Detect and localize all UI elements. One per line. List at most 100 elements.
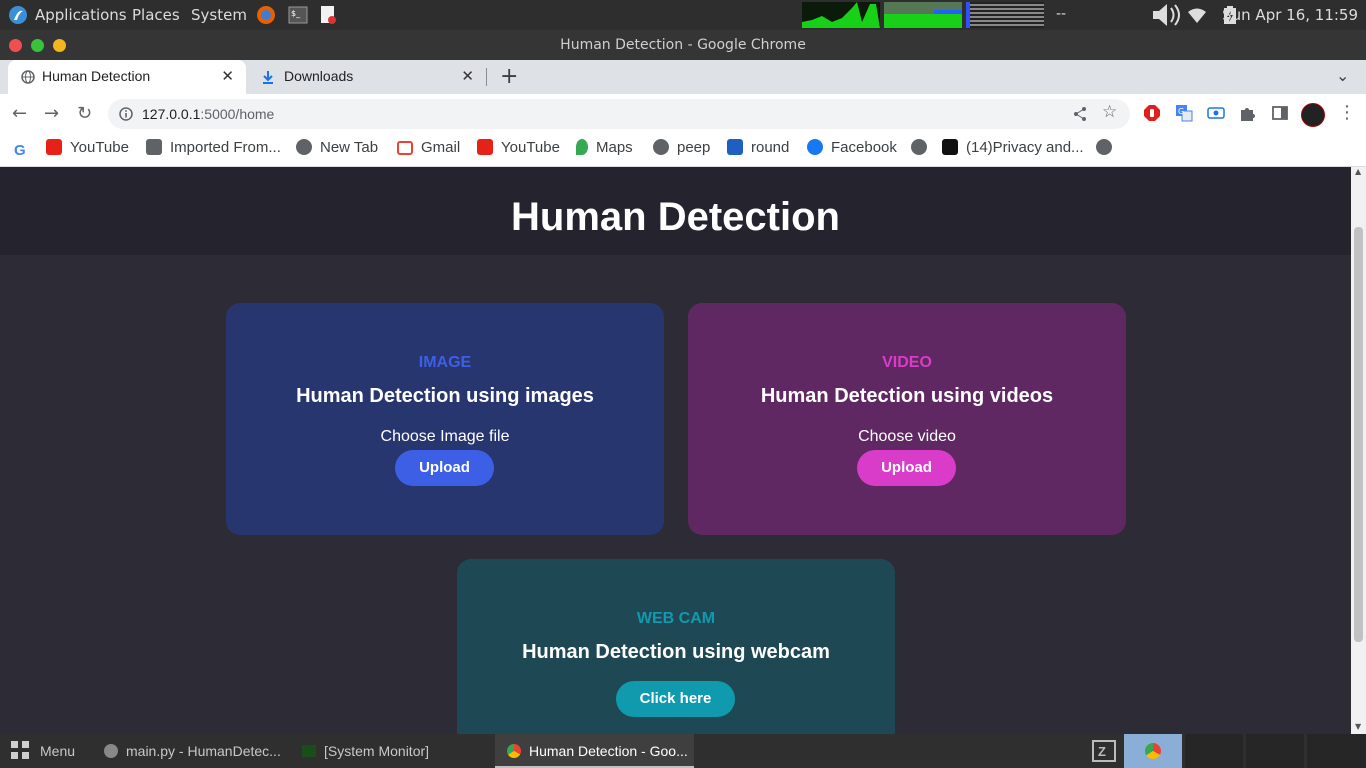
bookmark-google[interactable]: G (14, 139, 38, 159)
card-title: Human Detection using videos (760, 385, 1054, 407)
workspace-3[interactable] (1246, 734, 1304, 768)
wifi-icon[interactable] (1187, 5, 1207, 25)
globe-icon (21, 70, 35, 84)
forward-button[interactable]: → (44, 103, 59, 124)
card-title: Human Detection using webcam (522, 641, 830, 663)
extensions-puzzle-icon[interactable] (1239, 104, 1257, 122)
menu-label: Menu (40, 743, 76, 759)
grid-menu-icon (11, 741, 29, 759)
workspace-4[interactable] (1307, 734, 1366, 768)
round-icon (727, 139, 743, 155)
scroll-up-arrow-icon[interactable]: ▲ (1355, 167, 1361, 176)
bookmark-imported-folder[interactable]: Imported From... (146, 139, 281, 156)
tab-divider (486, 68, 487, 86)
svg-text:Z: Z (1098, 744, 1106, 759)
bookmark-label: (14)Privacy and... (966, 139, 1084, 156)
bookmark-label: YouTube (70, 139, 129, 156)
reload-button[interactable]: ↻ (77, 103, 92, 124)
maps-icon (576, 139, 588, 155)
upload-video-button[interactable]: Upload (857, 450, 956, 486)
site-info-icon[interactable] (119, 107, 133, 121)
clock[interactable]: Sun Apr 16, 11:59 (1222, 6, 1358, 24)
menu-places[interactable]: Places (132, 6, 180, 24)
close-tab-icon[interactable]: ✕ (221, 67, 234, 85)
youtube-icon (477, 139, 493, 155)
video-card: VIDEO Human Detection using videos Choos… (688, 303, 1126, 535)
webcam-card: WEB CAM Human Detection using webcam Cli… (457, 559, 895, 734)
back-button[interactable]: ← (12, 103, 27, 124)
chrome-menu-icon[interactable]: ⋮ (1338, 102, 1356, 123)
firefox-icon[interactable] (256, 5, 276, 25)
bookmark-label: YouTube (501, 139, 560, 156)
bookmark-label: Gmail (421, 139, 461, 156)
bookmark-star-icon[interactable]: ☆ (1102, 102, 1117, 122)
bookmark-tiktok[interactable]: (14)Privacy and... (942, 139, 1084, 156)
bookmark-new-tab[interactable]: New Tab (296, 139, 378, 156)
menu-system[interactable]: System (191, 6, 247, 24)
task-chrome[interactable]: Human Detection - Goo... (495, 734, 694, 768)
task-main-py[interactable]: main.py - HumanDetec... (104, 734, 292, 768)
tab-human-detection[interactable]: Human Detection ✕ (8, 60, 246, 94)
task-label: main.py - HumanDetec... (126, 743, 281, 759)
scrollbar-thumb[interactable] (1354, 227, 1363, 642)
svg-text:G: G (1178, 107, 1184, 116)
bookmark-unnamed-2[interactable] (1096, 139, 1120, 156)
memory-graph (884, 2, 962, 28)
start-menu-button[interactable]: Menu (10, 734, 75, 768)
chrome-workspace-button[interactable] (1124, 734, 1182, 768)
new-tab-button[interactable]: + (500, 64, 518, 89)
tab-label: Downloads (284, 68, 354, 84)
address-bar[interactable]: 127.0.0.1:5000/home ☆ (108, 99, 1130, 129)
upload-image-button[interactable]: Upload (395, 450, 494, 486)
page-viewport: Human Detection IMAGE Human Detection us… (0, 167, 1351, 734)
globe-icon (653, 139, 669, 155)
menu-applications[interactable]: Applications (35, 6, 127, 24)
url-path: :5000/home (200, 106, 275, 122)
network-graph (966, 2, 1044, 28)
download-icon (263, 71, 273, 84)
youtube-icon (46, 139, 62, 155)
page-header: Human Detection (0, 167, 1351, 255)
card-kind: WEB CAM (636, 610, 716, 627)
volume-icon[interactable] (1150, 2, 1182, 28)
screen-capture-extension-icon[interactable] (1207, 104, 1225, 122)
globe-icon (296, 139, 312, 155)
page-scrollbar[interactable]: ▲ ▼ (1351, 167, 1366, 734)
bookmark-youtube-2[interactable]: YouTube (477, 139, 560, 156)
bookmark-youtube[interactable]: YouTube (46, 139, 129, 156)
browser-toolbar: ← → ↻ 127.0.0.1:5000/home ☆ G ⋮ (0, 94, 1366, 134)
terminal-icon[interactable]: $_ (288, 5, 308, 25)
bookmark-unnamed[interactable] (911, 139, 935, 156)
choose-image-file-input[interactable]: Choose Image file (226, 428, 664, 446)
workspace-2[interactable] (1185, 734, 1243, 768)
choose-video-input[interactable]: Choose video (688, 428, 1126, 446)
bookmark-maps[interactable]: Maps (576, 139, 633, 156)
graph-readout: -- (1056, 6, 1067, 22)
share-icon[interactable] (1072, 106, 1088, 122)
tiktok-icon (942, 139, 958, 155)
translate-extension-icon[interactable]: G (1175, 104, 1193, 122)
close-tab-icon[interactable]: ✕ (461, 67, 474, 85)
bookmark-gmail[interactable]: Gmail (397, 139, 460, 156)
tab-downloads[interactable]: Downloads ✕ (250, 60, 486, 94)
adblock-extension-icon[interactable] (1143, 104, 1161, 122)
bookmark-peep[interactable]: peep (653, 139, 710, 156)
text-editor-icon[interactable] (318, 5, 338, 25)
tab-search-chevron-icon[interactable]: ⌄ (1336, 66, 1349, 85)
bookmark-facebook[interactable]: Facebook (807, 139, 897, 156)
bookmarks-bar: G YouTube Imported From... New Tab Gmail… (0, 134, 1366, 167)
bookmark-label: Maps (596, 139, 633, 156)
task-system-monitor[interactable]: [System Monitor] (302, 734, 490, 768)
open-webcam-button[interactable]: Click here (616, 681, 735, 717)
filezilla-tray-icon[interactable]: Z (1092, 740, 1116, 762)
scroll-down-arrow-icon[interactable]: ▼ (1355, 722, 1361, 731)
side-panel-icon[interactable] (1271, 104, 1289, 122)
profile-avatar[interactable] (1301, 103, 1325, 127)
url-host: 127.0.0.1 (142, 106, 201, 122)
bookmark-label: New Tab (320, 139, 379, 156)
system-monitor-app-icon (302, 745, 316, 757)
bookmark-round[interactable]: round (727, 139, 789, 156)
distro-logo-icon[interactable] (8, 5, 28, 25)
cpu-graph (802, 2, 880, 28)
card-kind: IMAGE (418, 354, 472, 371)
